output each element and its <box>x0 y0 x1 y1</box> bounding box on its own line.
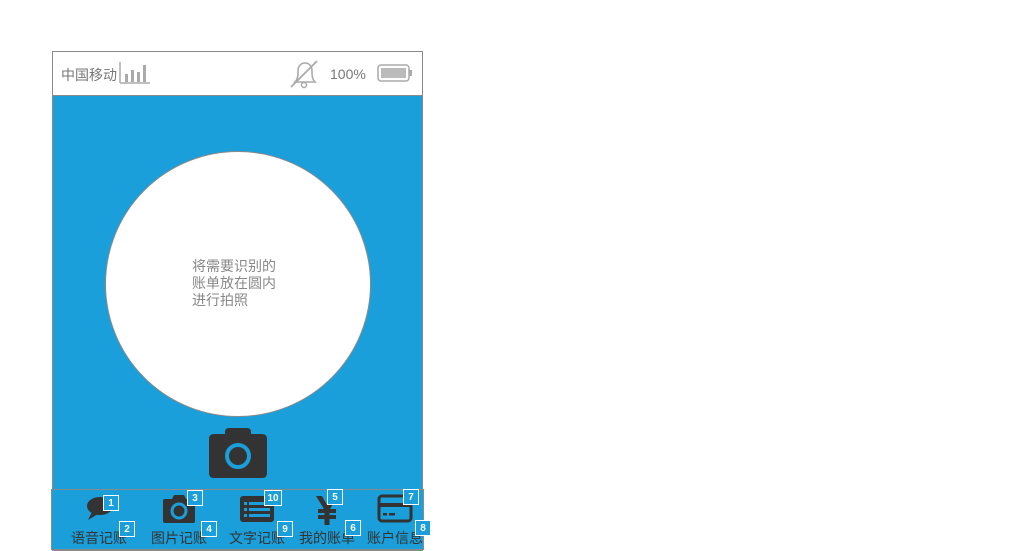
battery-percent: 100% <box>330 66 366 82</box>
tab-icon-badge: 10 <box>264 490 282 506</box>
shutter-camera-icon[interactable] <box>207 426 269 480</box>
carrier-name: 中国移动 <box>61 67 117 83</box>
tab-photo-bookkeeping[interactable]: 3 图片记账 4 <box>144 490 217 551</box>
tab-icon-badge: 1 <box>103 495 119 511</box>
tab-account-info[interactable]: 7 账户信息 8 <box>360 489 431 551</box>
battery-icon <box>377 64 412 82</box>
hint-line: 将需要识别的 <box>192 258 276 274</box>
tab-icon-badge: 7 <box>403 489 419 505</box>
tab-icon-badge: 5 <box>327 489 343 505</box>
tab-label-badge: 4 <box>201 521 217 537</box>
signal-icon <box>119 62 150 84</box>
tab-icon-badge: 3 <box>187 490 203 506</box>
hint-line: 进行拍照 <box>192 292 248 308</box>
bottom-tab-bar: 1 语音记账 2 3 图片记账 4 10 文字记账 9 5 我的账单 6 7 账… <box>51 489 431 551</box>
tab-label-badge: 2 <box>119 521 135 537</box>
capture-circle: 将需要识别的 账单放在圆内 进行拍照 <box>105 151 371 417</box>
tab-voice-bookkeeping[interactable]: 1 语音记账 2 <box>64 490 135 551</box>
hint-line: 账单放在圆内 <box>192 275 276 291</box>
tab-label-badge: 8 <box>415 520 431 536</box>
tab-label-badge: 9 <box>277 521 293 537</box>
capture-hint: 将需要识别的 账单放在圆内 进行拍照 <box>192 258 302 309</box>
tab-label-badge: 6 <box>345 520 361 536</box>
status-bar: 中国移动 100% <box>53 52 422 96</box>
phone-screen: 中国移动 100% 将需要识别的 账单放在圆内 进行拍照 1 语音记账 2 3 … <box>51 51 431 551</box>
tab-my-bills[interactable]: 5 我的账单 6 <box>292 489 362 551</box>
mute-icon <box>290 60 318 89</box>
tab-text-bookkeeping[interactable]: 10 文字记账 9 <box>222 490 293 551</box>
